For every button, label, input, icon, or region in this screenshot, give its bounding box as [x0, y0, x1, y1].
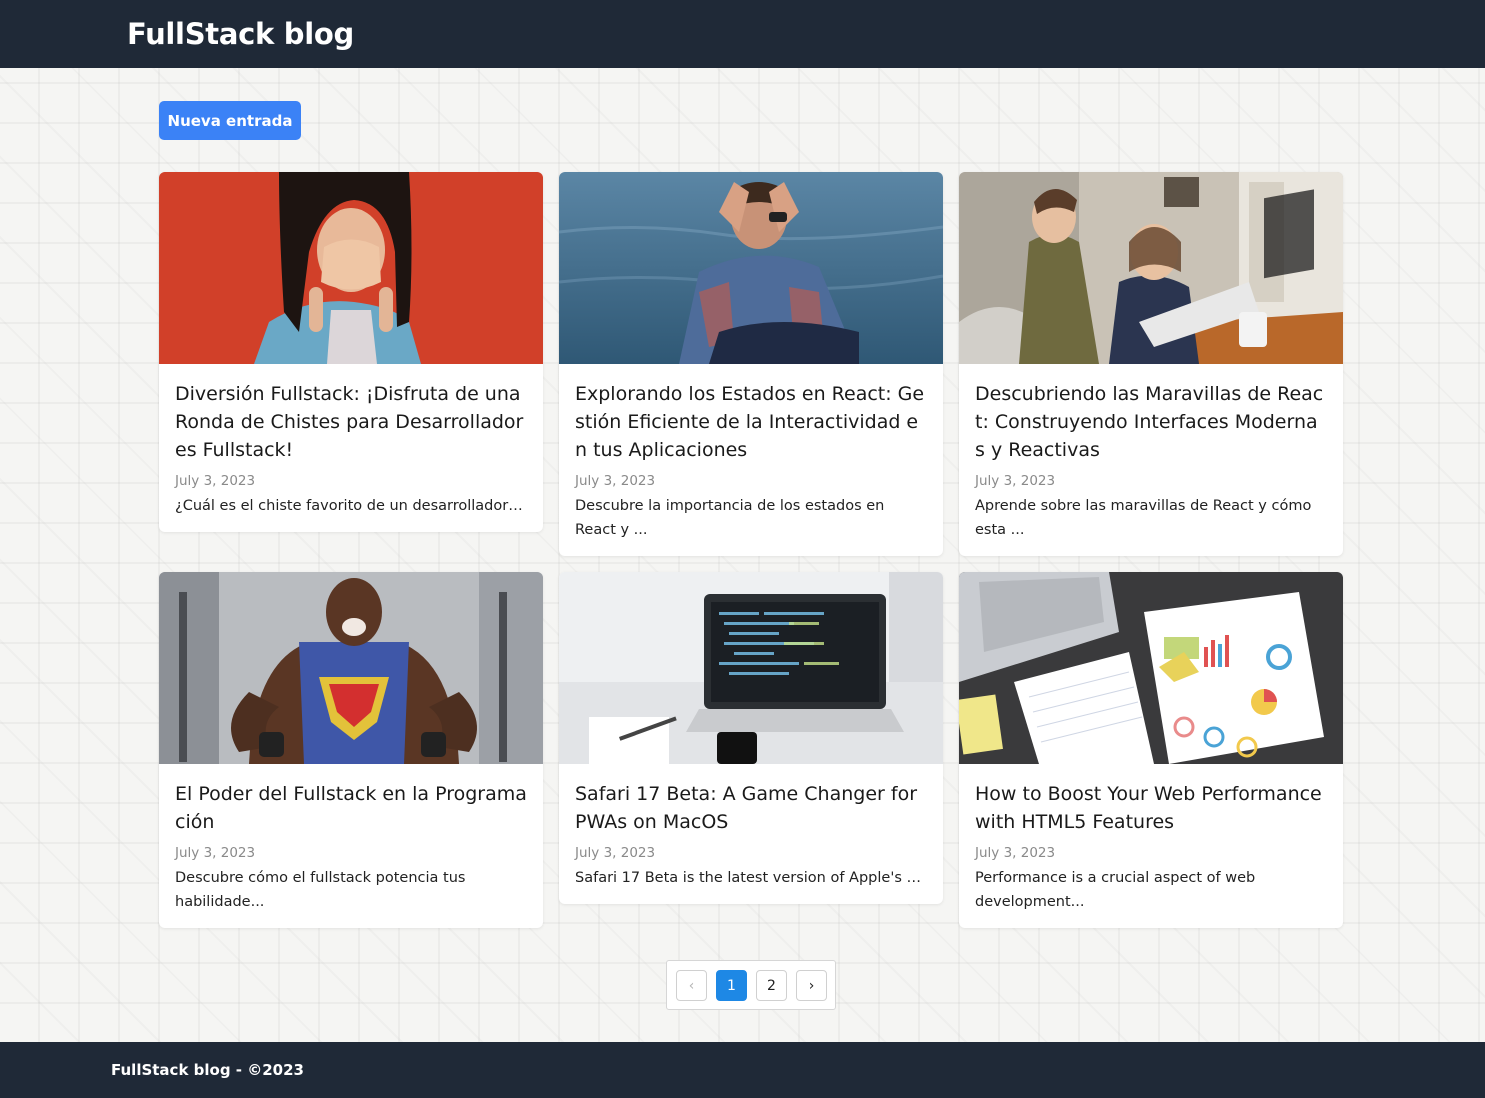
page-button-1[interactable]: 1 [716, 970, 747, 1001]
chevron-right-icon: › [808, 977, 815, 994]
new-post-button[interactable]: Nueva entrada [159, 101, 301, 140]
post-image[interactable] [559, 172, 943, 364]
post-excerpt: ¿Cuál es el chiste favorito de un desarr… [175, 498, 527, 514]
post-card[interactable]: Safari 17 Beta: A Game Changer for PWAs … [559, 572, 943, 904]
post-card[interactable]: Descubriendo las Maravillas de React: Co… [959, 172, 1343, 556]
post-excerpt: Safari 17 Beta is the latest version of … [575, 870, 927, 886]
post-image[interactable] [959, 572, 1343, 764]
post-image[interactable] [559, 572, 943, 764]
post-image[interactable] [159, 172, 543, 364]
post-image[interactable] [959, 172, 1343, 364]
post-card[interactable]: Explorando los Estados en React: Gestión… [559, 172, 943, 556]
post-excerpt: Descubre la importancia de los estados e… [575, 498, 885, 538]
post-title[interactable]: El Poder del Fullstack en la Programació… [175, 780, 527, 836]
post-date: July 3, 2023 [975, 473, 1056, 489]
post-title[interactable]: Descubriendo las Maravillas de React: Co… [975, 380, 1327, 464]
top-navbar: FullStack blog [0, 0, 1485, 68]
post-excerpt: Descubre cómo el fullstack potencia tus … [175, 870, 466, 910]
chevron-left-icon: ‹ [688, 977, 695, 994]
next-page-button[interactable]: › [796, 970, 827, 1001]
post-card[interactable]: How to Boost Your Web Performance with H… [959, 572, 1343, 928]
post-title[interactable]: How to Boost Your Web Performance with H… [975, 780, 1327, 836]
post-title[interactable]: Explorando los Estados en React: Gestión… [575, 380, 927, 464]
post-date: July 3, 2023 [975, 845, 1056, 861]
post-date: July 3, 2023 [175, 473, 256, 489]
pagination: ‹ 1 2 › [666, 960, 836, 1010]
site-brand[interactable]: FullStack blog [127, 17, 354, 51]
post-date: July 3, 2023 [175, 845, 256, 861]
post-date: July 3, 2023 [575, 473, 656, 489]
post-date: July 3, 2023 [575, 845, 656, 861]
post-title[interactable]: Diversión Fullstack: ¡Disfruta de una Ro… [175, 380, 527, 464]
post-excerpt: Performance is a crucial aspect of web d… [975, 870, 1256, 910]
post-card[interactable]: El Poder del Fullstack en la Programació… [159, 572, 543, 928]
prev-page-button[interactable]: ‹ [676, 970, 707, 1001]
post-image[interactable] [159, 572, 543, 764]
page-button-2[interactable]: 2 [756, 970, 787, 1001]
site-footer: FullStack blog - ©2023 [0, 1042, 1485, 1098]
post-card[interactable]: Diversión Fullstack: ¡Disfruta de una Ro… [159, 172, 543, 532]
post-title[interactable]: Safari 17 Beta: A Game Changer for PWAs … [575, 780, 927, 836]
post-excerpt: Aprende sobre las maravillas de React y … [975, 498, 1312, 538]
footer-text: FullStack blog - ©2023 [111, 1061, 304, 1079]
